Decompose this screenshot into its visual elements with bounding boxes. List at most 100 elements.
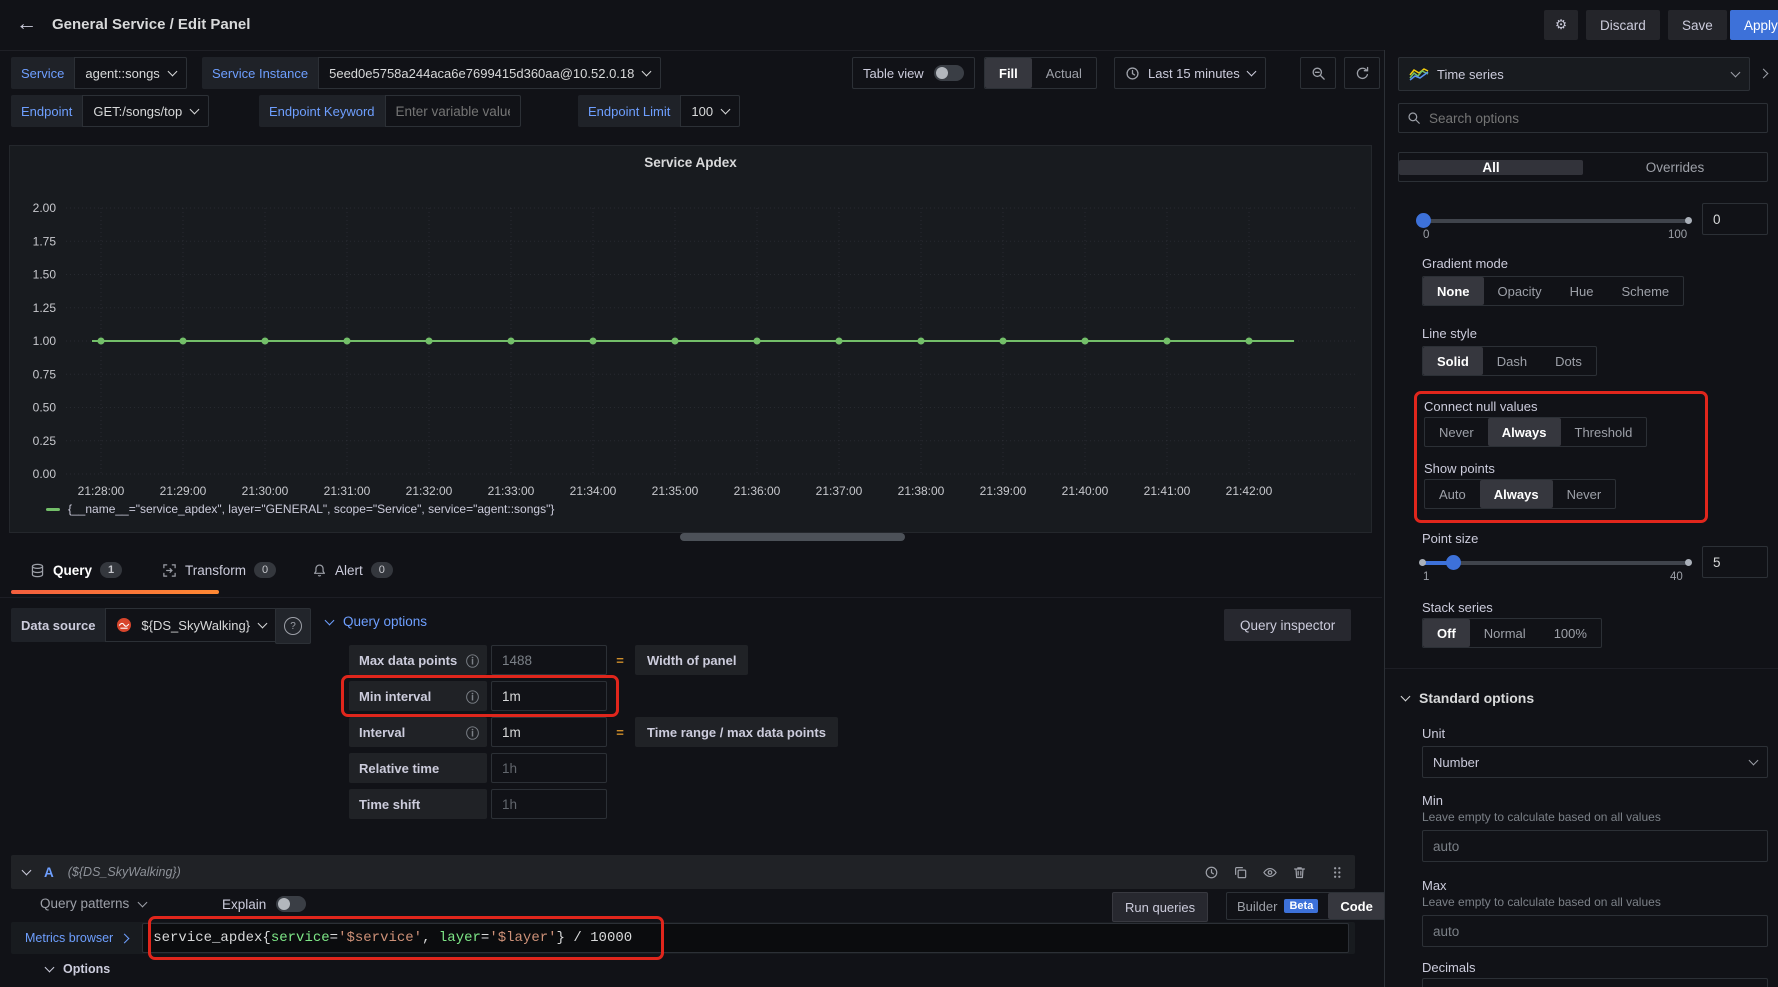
tab-alert[interactable]: Alert0	[312, 562, 393, 578]
visualization-picker[interactable]: Time series	[1398, 57, 1750, 91]
table-view-toggle[interactable]	[934, 65, 964, 81]
variable-service: Service agent::songs	[11, 57, 187, 89]
datasource-help-button[interactable]: ?	[275, 608, 311, 644]
endpoint-limit-dropdown[interactable]: 100	[680, 95, 740, 127]
tab-query[interactable]: Query1	[30, 562, 122, 578]
apply-button[interactable]: Apply	[1730, 10, 1778, 40]
query-history-icon[interactable]	[1204, 865, 1219, 880]
decimals-input[interactable]	[1422, 978, 1768, 987]
equals-icon: =	[611, 645, 629, 675]
line-style-group: Solid Dash Dots	[1422, 346, 1597, 376]
svg-text:21:34:00: 21:34:00	[570, 484, 617, 498]
discard-button[interactable]: Discard	[1586, 10, 1660, 40]
opacity-slider-track[interactable]	[1423, 219, 1688, 223]
delete-query-trash-icon[interactable]	[1292, 865, 1307, 880]
query-options-footer-toggle[interactable]: Options	[46, 962, 110, 976]
chevron-down-icon	[1246, 67, 1256, 77]
save-button[interactable]: Save	[1668, 10, 1727, 40]
stack-off[interactable]: Off	[1423, 619, 1470, 647]
points-auto[interactable]: Auto	[1425, 480, 1480, 508]
svg-text:21:36:00: 21:36:00	[734, 484, 781, 498]
hide-query-eye-icon[interactable]	[1262, 865, 1278, 880]
query-inspector-button[interactable]: Query inspector	[1224, 609, 1351, 641]
stack-normal[interactable]: Normal	[1470, 619, 1540, 647]
unit-dropdown[interactable]: Number	[1422, 746, 1768, 778]
interval-input[interactable]	[491, 717, 607, 747]
query-options-toggle[interactable]: Query options	[326, 614, 427, 629]
drag-handle-icon[interactable]	[1331, 865, 1343, 880]
database-icon	[30, 563, 45, 578]
line-solid[interactable]: Solid	[1423, 347, 1483, 375]
gradient-scheme[interactable]: Scheme	[1607, 277, 1683, 305]
info-icon[interactable]: ⓘ	[466, 723, 479, 742]
stack-series-group: Off Normal 100%	[1422, 618, 1602, 648]
chevron-down-icon	[190, 105, 200, 115]
active-tab-indicator	[11, 590, 219, 594]
points-never[interactable]: Never	[1553, 480, 1616, 508]
stack-100[interactable]: 100%	[1540, 619, 1601, 647]
endpoint-keyword-input[interactable]	[385, 95, 521, 127]
code-segment[interactable]: Code	[1328, 893, 1385, 919]
panel-settings-button[interactable]: ⚙	[1544, 10, 1578, 40]
back-arrow-icon[interactable]: ←	[16, 12, 37, 36]
connect-threshold[interactable]: Threshold	[1561, 418, 1647, 446]
fill-actual-group: Fill Actual	[984, 57, 1097, 89]
min-interval-input[interactable]	[491, 681, 607, 711]
tab-overrides[interactable]: Overrides	[1583, 160, 1767, 175]
svg-text:21:39:00: 21:39:00	[980, 484, 1027, 498]
svg-text:21:42:00: 21:42:00	[1226, 484, 1273, 498]
point-size-value-input[interactable]	[1702, 546, 1768, 578]
actual-segment[interactable]: Actual	[1032, 58, 1096, 88]
service-dropdown[interactable]: agent::songs	[74, 57, 186, 89]
chevron-down-icon	[45, 963, 55, 973]
max-helper-text: Leave empty to calculate based on all va…	[1422, 895, 1661, 909]
endpoint-dropdown[interactable]: GET:/songs/top	[82, 95, 209, 127]
standard-options-header[interactable]: Standard options	[1402, 690, 1534, 706]
fill-segment[interactable]: Fill	[985, 58, 1032, 88]
legend-item[interactable]: {__name__="service_apdex", layer="GENERA…	[46, 502, 554, 516]
explain-toggle[interactable]	[276, 896, 306, 912]
point-size-slider-track[interactable]	[1423, 561, 1688, 565]
time-range-picker[interactable]: Last 15 minutes	[1114, 57, 1266, 89]
relative-time-input[interactable]	[491, 753, 607, 783]
points-always[interactable]: Always	[1480, 480, 1553, 508]
max-label: Max	[1422, 878, 1447, 893]
options-search-input[interactable]	[1429, 111, 1759, 126]
metrics-browser-toggle[interactable]: Metrics browser	[11, 931, 142, 945]
opacity-slider-handle[interactable]	[1416, 213, 1431, 228]
show-points-label: Show points	[1424, 461, 1495, 476]
point-size-slider-handle[interactable]	[1446, 555, 1461, 570]
run-queries-button[interactable]: Run queries	[1112, 892, 1208, 922]
query-patterns-dropdown[interactable]: Query patterns	[40, 896, 146, 911]
info-icon[interactable]: ⓘ	[466, 687, 479, 706]
datasource-row: Data source ${DS_SkyWalking}	[11, 608, 277, 642]
connect-never[interactable]: Never	[1425, 418, 1488, 446]
horizontal-scrollbar[interactable]	[680, 533, 905, 541]
chevron-down-icon	[1731, 68, 1741, 78]
duplicate-query-icon[interactable]	[1233, 865, 1248, 880]
gradient-none[interactable]: None	[1423, 277, 1484, 305]
line-dots[interactable]: Dots	[1541, 347, 1596, 375]
info-icon[interactable]: ⓘ	[466, 651, 479, 670]
gradient-opacity[interactable]: Opacity	[1484, 277, 1556, 305]
max-input[interactable]	[1422, 915, 1768, 947]
refresh-button[interactable]	[1344, 57, 1380, 89]
query-row-header[interactable]: A (${DS_SkyWalking})	[11, 855, 1355, 889]
time-shift-input[interactable]	[491, 789, 607, 819]
min-input[interactable]	[1422, 830, 1768, 862]
opacity-value-input[interactable]	[1702, 203, 1768, 235]
tab-transform[interactable]: Transform0	[162, 562, 276, 578]
datasource-dropdown[interactable]: ${DS_SkyWalking}	[105, 608, 277, 642]
gradient-hue[interactable]: Hue	[1556, 277, 1608, 305]
chart-canvas[interactable]: 0.000.250.500.751.001.251.501.752.0021:2…	[10, 146, 1371, 532]
connect-always[interactable]: Always	[1488, 418, 1561, 446]
service-instance-dropdown[interactable]: 5eed0e5758a244aca6e7699415d360aa@10.52.0…	[318, 57, 661, 89]
tab-all[interactable]: All	[1399, 160, 1583, 175]
builder-segment[interactable]: BuilderBeta	[1227, 893, 1328, 919]
promql-expression-input[interactable]: service_apdex{service='$service', layer=…	[142, 923, 1349, 953]
max-data-points-input[interactable]	[491, 645, 607, 675]
line-dash[interactable]: Dash	[1483, 347, 1541, 375]
page-title: General Service / Edit Panel	[52, 16, 250, 33]
zoom-out-button[interactable]	[1300, 57, 1336, 89]
chevron-down-icon	[325, 615, 335, 625]
